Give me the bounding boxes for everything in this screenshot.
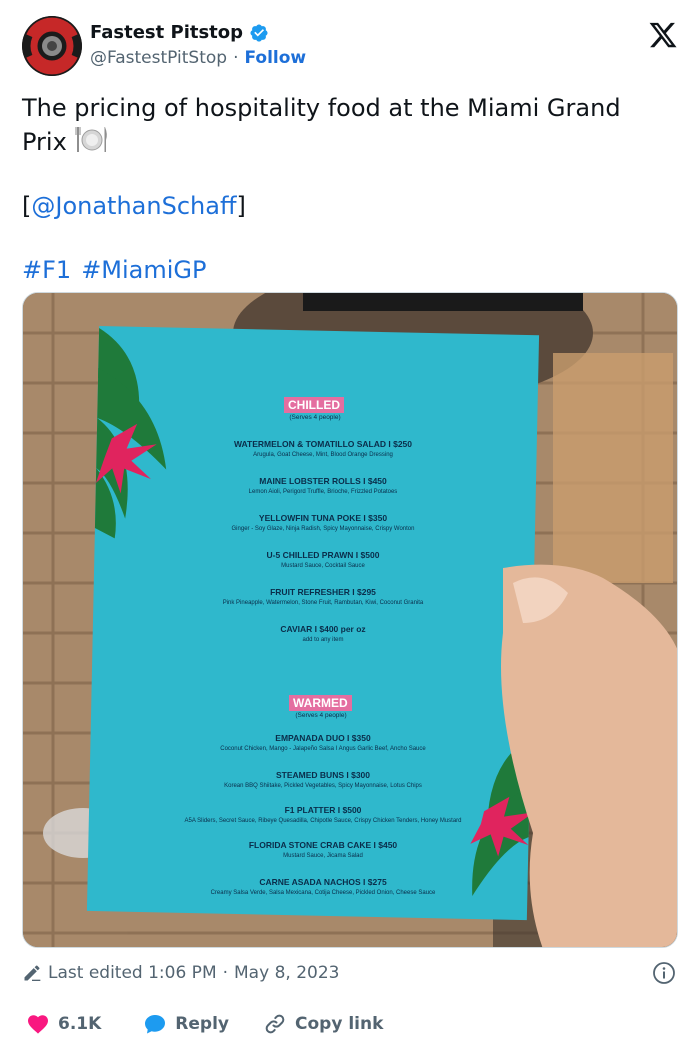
verified-badge-icon [250,23,268,42]
menu-item-name: EMPANADA DUO I $350 [275,733,371,743]
menu-item-name: CARNE ASADA NACHOS I $275 [259,877,387,887]
menu-item-name: YELLOWFIN TUNA POKE I $350 [258,513,388,523]
reply-button[interactable]: Reply [143,1012,229,1036]
copy-link-button[interactable]: Copy link [263,1012,383,1036]
menu-item-desc: Ginger - Soy Glaze, Ninja Radish, Spicy … [231,526,415,532]
menu-item-desc: Creamy Salsa Verde, Salsa Mexicana, Coti… [210,890,436,896]
follow-button[interactable]: Follow [244,48,306,68]
author-name[interactable]: Fastest Pitstop [90,22,243,43]
menu-item-desc: Mustard Sauce, Cocktail Sauce [281,563,365,569]
info-icon[interactable] [652,961,676,985]
meta-separator: · [222,963,229,983]
tweet-header: Fastest Pitstop @FastestPitStop · Follow [22,14,682,78]
fork-and-knife-plate-icon [75,127,108,152]
hashtag-f1[interactable]: #F1 [22,256,71,284]
menu-item-desc: Lemon Aioli, Perigord Truffle, Brioche, … [248,489,398,495]
heart-icon [28,1015,48,1034]
menu-item-desc: Korean BBQ Shiitake, Pickled Vegetables,… [224,783,422,789]
mention-link[interactable]: @JonathanSchaff [31,192,236,220]
reply-label: Reply [175,1014,229,1034]
separator-dot: · [233,48,239,68]
menu-item-name: FRUIT REFRESHER I $295 [270,587,376,597]
menu-item-name: MAINE LOBSTER ROLLS I $450 [259,476,387,486]
tweet-text: The pricing of hospitality food at the M… [22,92,682,286]
author-handle-row: @FastestPitStop · Follow [90,48,306,68]
warmed-title: WARMED [289,695,352,711]
reply-bubble-icon [145,1015,166,1034]
menu-item-desc: Mustard Sauce, Jicama Salad [283,853,363,859]
like-count: 6.1K [58,1014,102,1034]
bracket-close: ] [236,192,246,220]
bracket-open: [ [22,192,32,220]
menu-item-name: FLORIDA STONE CRAB CAKE I $450 [248,840,398,850]
menu-item-name: U-5 CHILLED PRAWN I $500 [266,550,380,560]
mention-line: [@JonathanSchaff] [22,190,682,222]
author-handle[interactable]: @FastestPitStop [90,48,227,68]
warmed-serves: (Serves 4 people) [295,712,347,719]
tweet-photo[interactable]: CHILLED (Serves 4 people) WATERMELON & T… [22,292,678,948]
menu-item-name: CAVIAR I $400 per oz [280,624,366,634]
tweet-actions: 6.1K Reply Copy link [22,1008,682,1040]
link-icon [265,1014,285,1034]
chilled-serves: (Serves 4 people) [289,414,341,421]
x-logo-icon[interactable] [648,20,678,50]
like-button[interactable]: 6.1K [26,1012,101,1036]
menu-item-name: F1 PLATTER I $500 [284,805,362,815]
menu-item-name: WATERMELON & TOMATILLO SALAD I $250 [233,439,413,449]
edited-label[interactable]: Last edited 1:06 PM [48,963,217,983]
menu-item-desc: Coconut Chicken, Mango - Jalapeño Salsa … [220,746,426,752]
pencil-icon [24,965,41,981]
menu-item-desc: Pink Pineapple, Watermelon, Stone Fruit,… [222,600,424,606]
menu-item-name: STEAMED BUNS I $300 [276,770,370,780]
hashtags-line: #F1 #MiamiGP [22,254,682,286]
menu-item-desc: A5A Sliders, Secret Sauce, Ribeye Quesad… [184,818,462,824]
menu-item-desc: add to any item [302,637,344,643]
tweet-meta: Last edited 1:06 PM · May 8, 2023 [22,958,682,988]
hashtag-miamigp[interactable]: #MiamiGP [81,256,206,284]
blank-line-2 [22,222,682,254]
author-name-row: Fastest Pitstop [90,22,269,43]
tweet-text-line-1: The pricing of hospitality food at the M… [22,94,621,122]
tweet-text-prix: Prix [22,128,67,156]
tweet-text-line-2: Prix [22,124,682,158]
menu-item-desc: Arugula, Goat Cheese, Mint, Blood Orange… [253,452,393,458]
tweet-date[interactable]: May 8, 2023 [234,963,339,983]
chilled-title: CHILLED [284,397,344,413]
avatar[interactable] [22,16,82,76]
copy-link-label: Copy link [295,1014,384,1034]
